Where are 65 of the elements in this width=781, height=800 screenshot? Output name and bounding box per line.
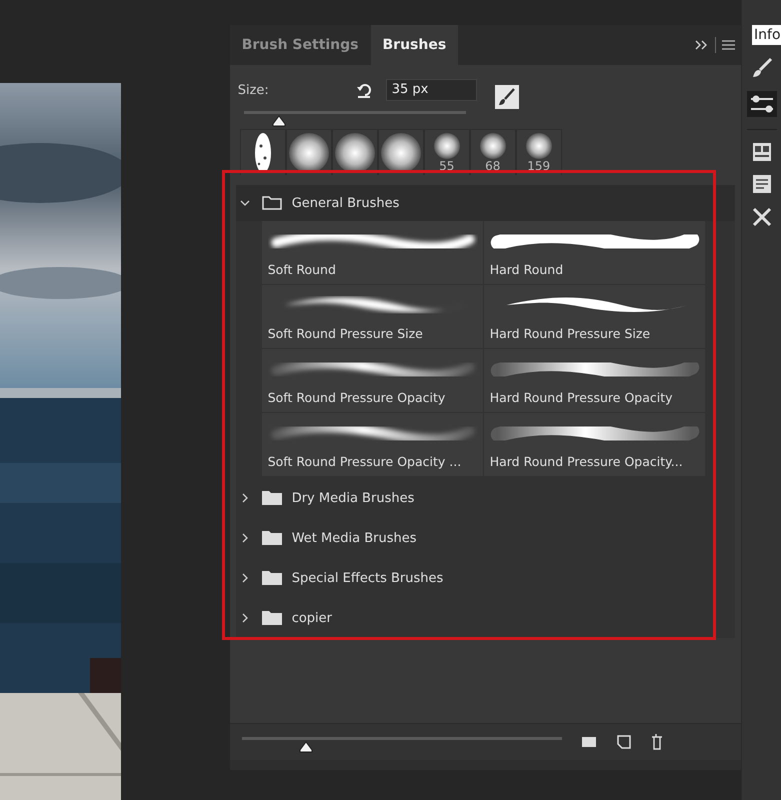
panel-icon[interactable]	[752, 142, 772, 162]
new-page-icon[interactable]	[616, 734, 632, 750]
brush-size-label: 68	[485, 159, 500, 173]
collapse-icon[interactable]	[695, 40, 710, 50]
soft-brush-icon	[434, 133, 460, 159]
soft-brush-icon	[526, 133, 552, 159]
menu-icon[interactable]	[722, 40, 736, 50]
folder-icon	[262, 611, 282, 625]
tools-icon[interactable]	[750, 206, 773, 228]
brush-group[interactable]: copier	[236, 598, 736, 638]
brush-name: Soft Round Pressure Opacity ...	[268, 454, 462, 469]
brush-preset[interactable]	[378, 129, 424, 175]
brush-name: Hard Round Pressure Opacity	[490, 390, 674, 405]
brush-preset[interactable]	[332, 129, 378, 175]
brush-name: Soft Round Pressure Opacity	[268, 390, 446, 405]
brush-name: Hard Round Pressure Size	[490, 326, 652, 341]
brush-tile[interactable]: Soft Round Pressure Opacity ...	[262, 413, 483, 476]
folder-icon	[262, 491, 282, 505]
panel-tab[interactable]: Brushes	[370, 25, 458, 65]
soft-brush-icon	[334, 133, 375, 173]
brush-preset[interactable]	[240, 129, 286, 175]
brush-preset[interactable]: 159	[516, 129, 562, 175]
size-slider[interactable]	[244, 111, 466, 129]
trash-icon[interactable]	[650, 734, 664, 750]
brush-tile[interactable]: Hard Round Pressure Opacity...	[484, 413, 705, 476]
caret-icon[interactable]	[240, 493, 250, 503]
brush-group[interactable]: Wet Media Brushes	[236, 518, 736, 558]
brush-name: Hard Round Pressure Opacity...	[490, 454, 684, 469]
brush-tile[interactable]: Soft Round Pressure Size	[262, 285, 483, 348]
brush-name: Soft Round	[268, 262, 337, 277]
brush-preset[interactable]: 68	[470, 129, 516, 175]
brush-icon[interactable]	[494, 85, 519, 109]
brush-name: Hard Round	[490, 262, 564, 277]
tooltip: Info	[752, 25, 781, 45]
brush-group[interactable]: Dry Media Brushes	[236, 478, 736, 518]
brush-icon[interactable]	[750, 57, 773, 79]
brush-tile[interactable]: Hard Round Pressure Opacity	[484, 349, 705, 412]
brush-tile[interactable]: Soft Round Pressure Opacity	[262, 349, 483, 412]
brush-tile[interactable]: Soft Round	[262, 221, 483, 284]
reset-icon[interactable]	[356, 81, 374, 99]
brush-tile[interactable]: Hard Round Pressure Size	[484, 285, 705, 348]
preview-size-slider[interactable]	[242, 737, 562, 755]
soft-brush-icon	[480, 133, 506, 159]
size-field[interactable]: 35 px	[386, 79, 477, 101]
size-label: Size:	[238, 82, 270, 98]
caret-icon[interactable]	[240, 198, 250, 208]
soft-brush-icon	[380, 133, 421, 173]
soft-brush-icon	[288, 133, 329, 173]
brush-tile[interactable]: Hard Round	[484, 221, 705, 284]
folder-icon	[262, 571, 282, 585]
sliders-icon[interactable]	[746, 91, 777, 117]
brush-group[interactable]: Special Effects Brushes	[236, 558, 736, 598]
layers-icon[interactable]	[580, 735, 598, 749]
brush-name: Soft Round Pressure Size	[268, 326, 424, 341]
caret-icon[interactable]	[240, 533, 250, 543]
folder-icon	[262, 196, 282, 210]
caret-icon[interactable]	[240, 613, 250, 623]
brush-group[interactable]: General Brushes	[236, 185, 736, 221]
document-icon[interactable]	[752, 174, 772, 194]
caret-icon[interactable]	[240, 573, 250, 583]
folder-icon	[262, 531, 282, 545]
brush-preset[interactable]: 55	[424, 129, 470, 175]
brush-size-label: 55	[439, 159, 454, 173]
brush-size-label: 159	[527, 159, 550, 173]
brush-preset[interactable]	[286, 129, 332, 175]
